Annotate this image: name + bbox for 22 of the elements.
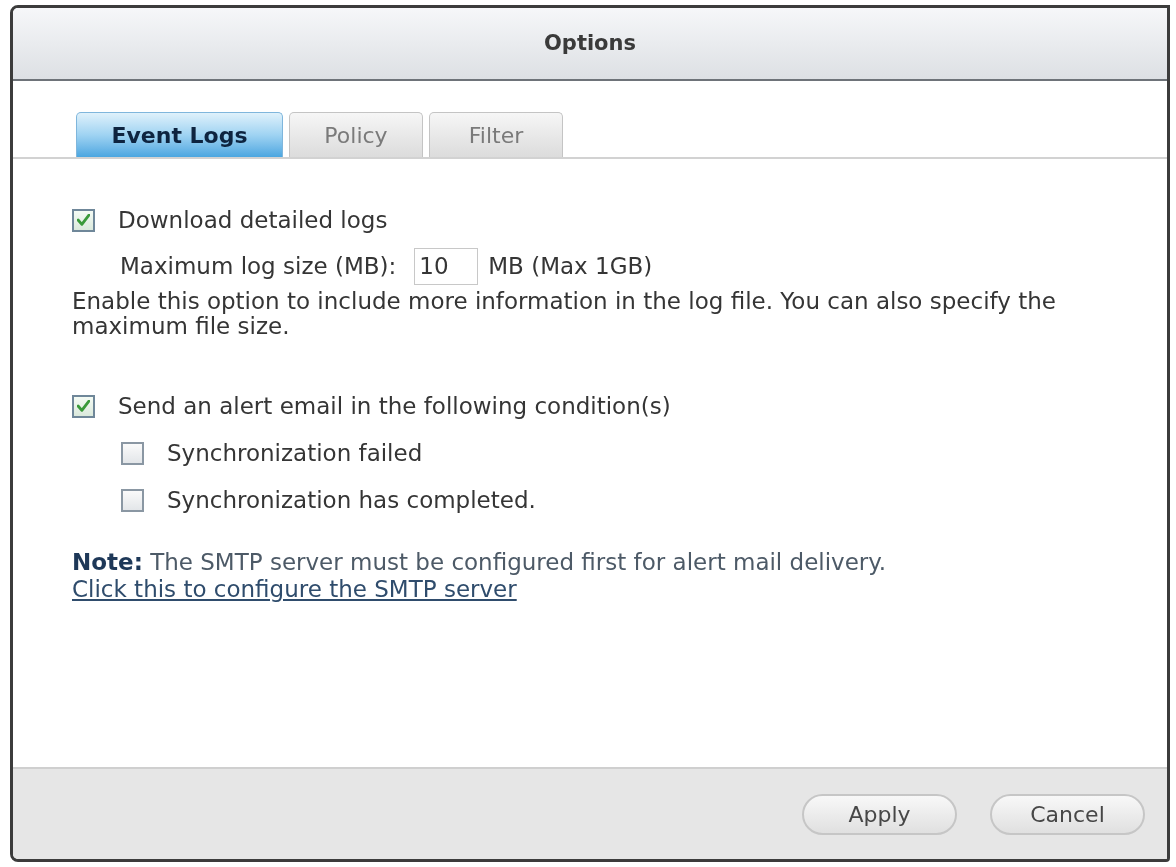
- dialog-button[interactable]: Cancel: [990, 793, 1145, 835]
- tab[interactable]: Filter: [429, 112, 563, 157]
- checkbox-label: Synchronization failed: [167, 440, 423, 466]
- checkbox-label: Download detailed logs: [118, 207, 388, 233]
- description-text: Enable this option to include more information in the log file. You can also specify the maximum file size.: [72, 289, 1057, 339]
- tab[interactable]: Policy: [289, 112, 423, 157]
- checkbox-label: Send an alert email in the following condition(s): [118, 393, 671, 419]
- log-size-field[interactable]: 10: [414, 248, 479, 285]
- tab[interactable]: Event Logs: [76, 112, 283, 157]
- checkbox[interactable]: [72, 208, 95, 232]
- checkbox[interactable]: [72, 394, 95, 418]
- note-text: Note: The SMTP server must be configured first for alert mail delivery.: [72, 549, 887, 576]
- checkbox-label: Synchronization has completed.: [167, 487, 536, 513]
- dialog-button[interactable]: Apply: [802, 793, 957, 835]
- checkmark-icon: [77, 214, 90, 226]
- smtp-config-link[interactable]: Click this to configure the SMTP server: [72, 576, 517, 602]
- window-title: Options: [544, 29, 636, 57]
- checkmark-icon: [77, 400, 90, 412]
- checkbox[interactable]: [121, 441, 144, 465]
- unit-label: MB (Max 1GB): [488, 252, 653, 282]
- checkbox[interactable]: [121, 488, 144, 512]
- field-label: Maximum log size (MB):: [120, 252, 397, 282]
